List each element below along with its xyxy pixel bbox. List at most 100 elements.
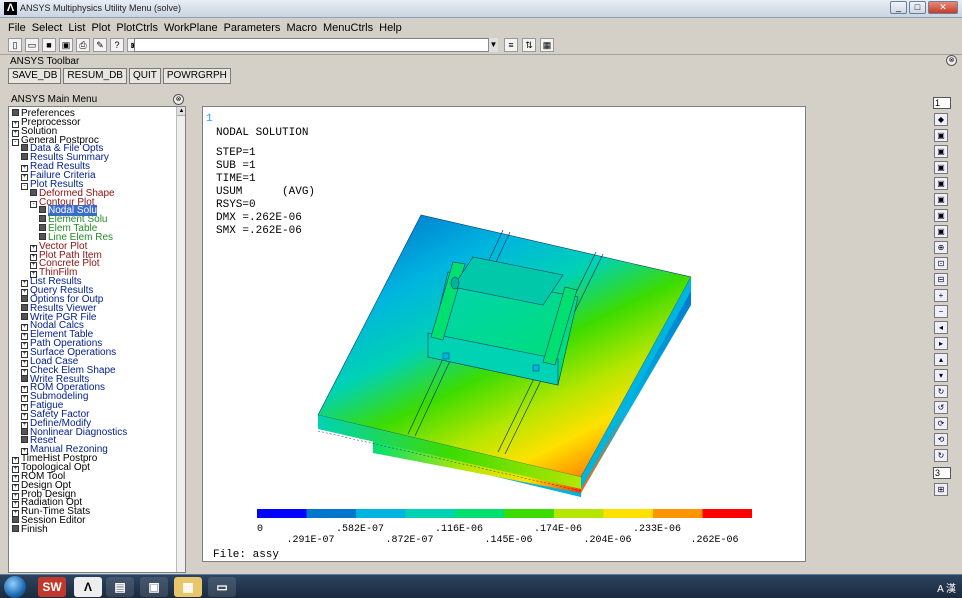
zoom-out-icon[interactable]: − bbox=[934, 305, 948, 318]
leaf-icon bbox=[21, 312, 28, 320]
contact-manager-icon[interactable]: ⇅ bbox=[522, 38, 536, 52]
main-menu-item[interactable]: Finish bbox=[12, 524, 48, 534]
menu-bar: File Select List Plot PlotCtrls WorkPlan… bbox=[0, 19, 962, 36]
close-button[interactable]: ✕ bbox=[928, 1, 958, 14]
leaf-icon bbox=[12, 516, 19, 524]
rotate-neg-x-icon[interactable]: ⟲ bbox=[934, 433, 948, 446]
menu-parameters[interactable]: Parameters bbox=[224, 22, 281, 34]
open-folder-icon[interactable]: ▭ bbox=[25, 38, 39, 52]
contour-legend bbox=[257, 509, 752, 518]
graphics-toggle-icon[interactable]: ▦ bbox=[540, 38, 554, 52]
main-menu-scrollbar[interactable]: ▲ bbox=[176, 107, 185, 572]
pan-left-icon[interactable]: ◂ bbox=[934, 321, 948, 334]
info-sub: SUB =1 bbox=[216, 160, 256, 172]
legend-label: .262E-06 bbox=[691, 535, 739, 546]
minimize-button[interactable]: _ bbox=[890, 1, 907, 14]
collapse-main-menu-icon[interactable]: ⊗ bbox=[173, 94, 184, 105]
ansys-logo-icon: Λ bbox=[4, 2, 17, 15]
ansys-window: Λ ANSYS Multiphysics Utility Menu (solve… bbox=[0, 0, 962, 598]
leaf-icon bbox=[21, 374, 28, 382]
legend-swatch bbox=[554, 509, 604, 518]
info-usum: USUM (AVG) bbox=[216, 186, 315, 198]
legend-swatch bbox=[653, 509, 703, 518]
rotate-x-icon[interactable]: ↻ bbox=[934, 385, 948, 398]
save-icon[interactable]: ■ bbox=[42, 38, 56, 52]
window-select-top[interactable]: 1 bbox=[933, 97, 951, 109]
ansys-taskbar-icon[interactable]: Λ bbox=[74, 577, 102, 597]
file-label: File: assy bbox=[213, 549, 279, 561]
menu-plot[interactable]: Plot bbox=[91, 22, 110, 34]
help-icon[interactable]: ? bbox=[110, 38, 124, 52]
menu-macro[interactable]: Macro bbox=[286, 22, 317, 34]
save-db-button[interactable]: SAVE_DB bbox=[8, 68, 62, 84]
media-taskbar-icon[interactable]: ▣ bbox=[140, 577, 168, 597]
pan-right-icon[interactable]: ▸ bbox=[934, 337, 948, 350]
scroll-up-icon[interactable]: ▲ bbox=[177, 107, 185, 116]
resume-db-button[interactable]: RESUM_DB bbox=[63, 68, 127, 84]
powrgrph-button[interactable]: POWRGRPH bbox=[162, 68, 231, 84]
zoom-box-icon[interactable]: ⊡ bbox=[934, 257, 948, 270]
window-title: ANSYS Multiphysics Utility Menu (solve) bbox=[20, 3, 182, 13]
pan-up-icon[interactable]: ▴ bbox=[934, 353, 948, 366]
quit-button[interactable]: QUIT bbox=[128, 68, 161, 84]
main-menu-tree: ▲ Preferences + Preprocessor + Solution - Gene… bbox=[8, 106, 186, 573]
print-icon[interactable]: ⎙ bbox=[76, 38, 90, 52]
collapse-icon: - bbox=[12, 138, 19, 146]
legend-label: .582E-07 bbox=[336, 524, 384, 535]
back-view-icon[interactable]: ▣ bbox=[934, 209, 948, 222]
front-view-icon[interactable]: ▣ bbox=[934, 129, 948, 142]
graphics-window[interactable]: 1 NODAL SOLUTION STEP=1 SUB =1 TIME=1 US… bbox=[202, 106, 806, 562]
leaf-icon bbox=[12, 524, 19, 532]
window-switch-icon[interactable]: ▭ bbox=[208, 577, 236, 597]
window-select-bottom[interactable]: 3 bbox=[933, 467, 951, 479]
notes-taskbar-icon[interactable]: ▦ bbox=[174, 577, 202, 597]
menu-file[interactable]: File bbox=[8, 22, 26, 34]
solidworks-icon[interactable]: SW bbox=[38, 577, 66, 597]
pan-down-icon[interactable]: ▾ bbox=[934, 369, 948, 382]
zoom-icon[interactable]: ⊕ bbox=[934, 241, 948, 254]
collapse-icon: - bbox=[21, 182, 28, 190]
oblique-view-icon[interactable]: ▣ bbox=[934, 225, 948, 238]
menu-workplane[interactable]: WorkPlane bbox=[164, 22, 218, 34]
command-dropdown-icon[interactable]: ▼ bbox=[488, 38, 498, 52]
app-taskbar-icon[interactable]: ▤ bbox=[106, 577, 134, 597]
save-as-icon[interactable]: ▣ bbox=[59, 38, 73, 52]
menu-plotctrls[interactable]: PlotCtrls bbox=[116, 22, 158, 34]
leaf-icon bbox=[30, 188, 37, 196]
bottom-view-icon[interactable]: ▣ bbox=[934, 161, 948, 174]
left-view-icon[interactable]: ▣ bbox=[934, 177, 948, 190]
command-input[interactable] bbox=[134, 38, 498, 52]
rotate-y-icon[interactable]: ↺ bbox=[934, 401, 948, 414]
model-control-icon[interactable]: ≡ bbox=[504, 38, 518, 52]
legend-label: .204E-06 bbox=[584, 535, 632, 546]
dynamic-mode-icon[interactable]: ↻ bbox=[934, 449, 948, 462]
leaf-icon bbox=[39, 206, 46, 214]
legend-swatch bbox=[257, 509, 307, 518]
legend-label: .233E-06 bbox=[633, 524, 681, 535]
start-button-icon[interactable] bbox=[4, 576, 26, 598]
fit-view-icon[interactable]: ⊞ bbox=[934, 483, 948, 496]
legend-swatch bbox=[504, 509, 554, 518]
leaf-icon bbox=[39, 232, 46, 240]
zoom-back-icon[interactable]: ⊟ bbox=[934, 273, 948, 286]
leaf-icon bbox=[21, 294, 28, 302]
report-icon[interactable]: ✎ bbox=[93, 38, 107, 52]
legend-swatch bbox=[306, 509, 356, 518]
zoom-in-icon[interactable]: + bbox=[934, 289, 948, 302]
rotate-z-icon[interactable]: ⟳ bbox=[934, 417, 948, 430]
collapse-toolbar-icon[interactable]: ⊗ bbox=[946, 55, 957, 66]
menu-help[interactable]: Help bbox=[379, 22, 402, 34]
menu-list[interactable]: List bbox=[68, 22, 85, 34]
top-view-icon[interactable]: ▣ bbox=[934, 145, 948, 158]
menu-menuctrls[interactable]: MenuCtrls bbox=[323, 22, 373, 34]
iso-view-icon[interactable]: ◆ bbox=[934, 113, 948, 126]
legend-swatch bbox=[405, 509, 455, 518]
system-tray[interactable]: A 漢 bbox=[937, 580, 956, 595]
leaf-icon bbox=[21, 427, 28, 435]
right-view-icon[interactable]: ▣ bbox=[934, 193, 948, 206]
menu-select[interactable]: Select bbox=[32, 22, 63, 34]
legend-label: .145E-06 bbox=[485, 535, 533, 546]
new-file-icon[interactable]: ▯ bbox=[8, 38, 22, 52]
leaf-icon bbox=[39, 224, 46, 232]
maximize-button[interactable]: □ bbox=[909, 1, 926, 14]
